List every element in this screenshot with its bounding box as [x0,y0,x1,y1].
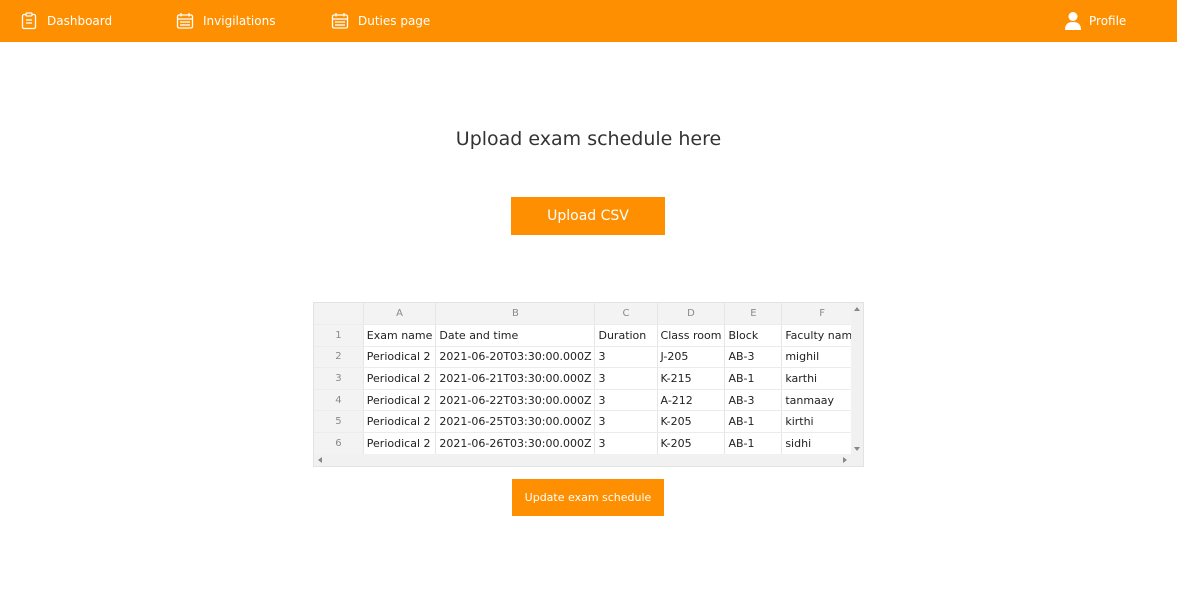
scroll-up-icon[interactable] [854,307,860,311]
table-cell[interactable]: 3 [594,367,658,390]
column-header[interactable]: C [594,303,658,326]
table-cell[interactable]: Periodical 2 [363,367,437,390]
table-cell[interactable]: Periodical 2 [363,389,437,412]
table-cell[interactable]: K-215 [657,367,726,390]
column-header[interactable]: D [657,303,726,326]
nav-profile[interactable]: Profile [1063,11,1126,31]
row-number[interactable]: 6 [314,432,364,455]
nav-invigilations-label: Invigilations [203,14,276,28]
table-cell[interactable]: Date and time [435,324,596,347]
table-row: 6 Periodical 2 2021-06-26T03:30:00.000Z 3 K-… [314,432,863,455]
table-cell[interactable]: AB-1 [724,410,783,434]
table-row: 1 Exam name Date and time Duration Class roo… [314,324,863,347]
table-cell[interactable]: K-205 [657,410,726,434]
table-cell[interactable]: Duration [594,324,658,347]
row-number[interactable]: 4 [314,389,364,412]
row-number[interactable]: 5 [314,410,364,434]
table-cell[interactable]: 3 [594,432,658,455]
table-row: 3 Periodical 2 2021-06-21T03:30:00.000Z 3 K-… [314,367,863,390]
row-number[interactable]: 2 [314,346,364,369]
table-cell[interactable]: Block [724,324,783,347]
nav-invigilations[interactable]: Invigilations [175,11,275,31]
table-cell[interactable]: AB-3 [724,389,783,412]
table-cell[interactable]: 2021-06-20T03:30:00.000Z [435,346,596,369]
table-cell[interactable]: A-212 [657,389,726,412]
calendar-icon [330,11,350,31]
table-cell[interactable]: 2021-06-25T03:30:00.000Z [435,410,596,434]
upload-csv-button[interactable]: Upload CSV [511,197,665,235]
column-header[interactable]: A [363,303,437,326]
table-cell[interactable]: Periodical 2 [363,410,437,434]
clipboard-icon [19,11,39,31]
top-navbar: Dashboard Invigilations Duties page Prof… [0,0,1177,42]
page-title: Upload exam schedule here [455,128,722,150]
table-row: 2 Periodical 2 2021-06-20T03:30:00.000Z 3 J-… [314,346,863,369]
spreadsheet-preview[interactable]: A B C D E F 1 Exam name Date and time Durat… [313,302,864,467]
column-header[interactable]: E [724,303,783,326]
nav-duties-label: Duties page [358,14,431,28]
horizontal-scrollbar[interactable] [314,454,863,466]
table-cell[interactable]: 2021-06-22T03:30:00.000Z [435,389,596,412]
table-cell[interactable]: AB-3 [724,346,783,369]
nav-dashboard[interactable]: Dashboard [19,11,112,31]
table-cell[interactable]: Class room [657,324,726,347]
table-cell[interactable]: 2021-06-21T03:30:00.000Z [435,367,596,390]
table-cell[interactable]: J-205 [657,346,726,369]
scroll-down-icon[interactable] [854,447,860,451]
table-cell[interactable]: 3 [594,346,658,369]
table-cell[interactable]: 3 [594,389,658,412]
spreadsheet-table: A B C D E F 1 Exam name Date and time Durat… [314,303,863,455]
table-row: 5 Periodical 2 2021-06-25T03:30:00.000Z 3 K-… [314,410,863,434]
scroll-left-icon[interactable] [318,457,322,463]
table-cell[interactable]: K-205 [657,432,726,455]
scroll-right-icon[interactable] [843,457,847,463]
table-cell[interactable]: Periodical 2 [363,346,437,369]
user-icon [1063,11,1083,31]
nav-dashboard-label: Dashboard [47,14,113,28]
nav-profile-label: Profile [1089,14,1127,28]
nav-duties-page[interactable]: Duties page [330,11,430,31]
table-cell[interactable]: 3 [594,410,658,434]
column-header-row: A B C D E F [314,303,863,326]
corner-cell [314,303,364,326]
table-cell[interactable]: Periodical 2 [363,432,437,455]
vertical-scrollbar[interactable] [851,303,863,455]
table-cell[interactable]: AB-1 [724,432,783,455]
row-number[interactable]: 1 [314,324,364,347]
table-row: 4 Periodical 2 2021-06-22T03:30:00.000Z 3 A-… [314,389,863,412]
update-exam-schedule-button[interactable]: Update exam schedule [512,479,664,516]
table-cell[interactable]: 2021-06-26T03:30:00.000Z [435,432,596,455]
table-cell[interactable]: Exam name [363,324,437,347]
calendar-icon [175,11,195,31]
table-cell[interactable]: AB-1 [724,367,783,390]
row-number[interactable]: 3 [314,367,364,390]
column-header[interactable]: B [435,303,596,326]
